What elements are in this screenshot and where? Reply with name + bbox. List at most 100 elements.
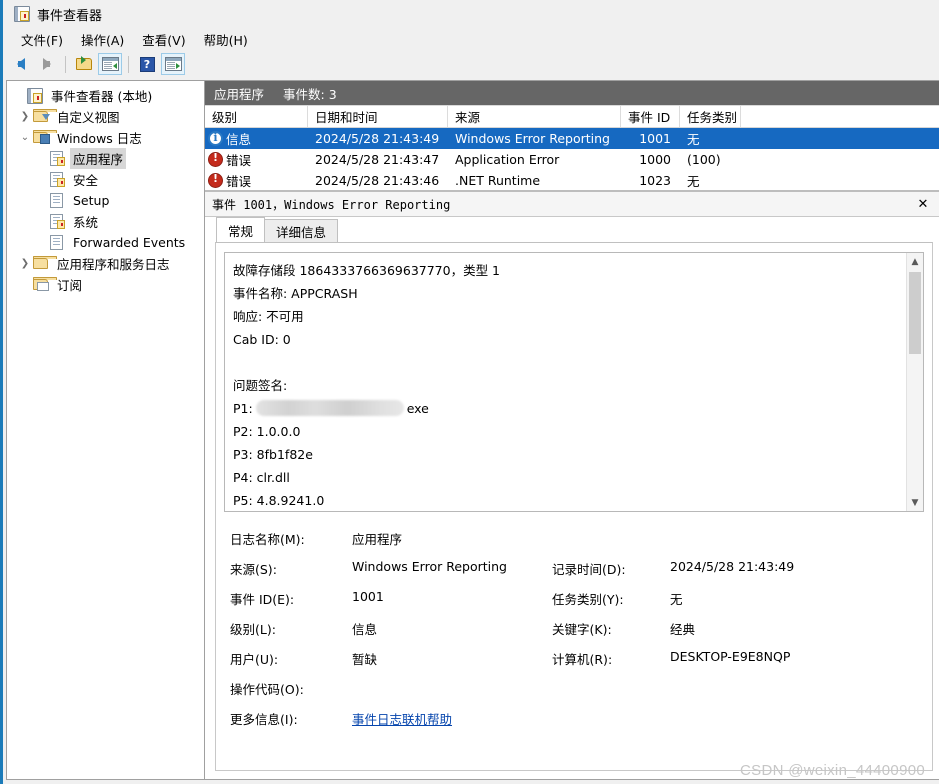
cell-source: Application Error (455, 152, 560, 167)
value-keywords: 经典 (670, 622, 696, 637)
value-event-id: 1001 (352, 589, 384, 604)
cell-event-id: 1001 (639, 131, 671, 146)
value-log-name: 应用程序 (352, 532, 403, 547)
console-tree-pane[interactable]: 事件查看器 (本地) ❯ 自定义视图 ⌄ Windows 日志 应用程序 安全 … (6, 80, 204, 780)
event-detail-panel: 事件 1001，Windows Error Reporting ✕ 常规 详细信… (205, 190, 939, 779)
cell-level: 错误 (205, 170, 308, 190)
tree-item-windows-logs[interactable]: ⌄ Windows 日志 (7, 127, 204, 148)
detail-tabs: 常规 详细信息 (205, 217, 939, 242)
console-tree: 事件查看器 (本地) ❯ 自定义视图 ⌄ Windows 日志 应用程序 安全 … (7, 81, 204, 295)
cell-level-text: 错误 (226, 153, 252, 168)
desc-line-p5: P5: 4.8.9241.0 (233, 493, 325, 508)
event-metadata-grid: 日志名称(M): 应用程序 来源(S): Windows Error Repor… (224, 529, 924, 728)
tree-item-system[interactable]: 系统 (7, 211, 204, 232)
value-opcode (352, 679, 552, 698)
help-button[interactable]: ? (135, 53, 159, 75)
custom-views-folder-icon (33, 109, 57, 124)
label-empty-2 (552, 679, 670, 698)
value-level: 信息 (352, 622, 378, 637)
tree-item-label: 自定义视图 (57, 110, 120, 125)
main-split: 事件查看器 (本地) ❯ 自定义视图 ⌄ Windows 日志 应用程序 安全 … (6, 80, 939, 780)
event-viewer-window: 事件查看器 文件(F) 操作(A) 查看(V) 帮助(H) ? 事件查看器 (本… (0, 0, 939, 784)
cell-level-text: 错误 (226, 174, 252, 189)
results-log-name: 应用程序 (214, 86, 265, 102)
tree-item-applications-and-services-logs[interactable]: ❯ 应用程序和服务日志 (7, 253, 204, 274)
tab-details[interactable]: 详细信息 (264, 219, 339, 242)
column-header-level[interactable]: 级别 (205, 106, 308, 127)
window-title-bar: 事件查看器 (3, 0, 939, 28)
label-user: 用户(U): (230, 652, 279, 667)
menu-item-view[interactable]: 查看(V) (133, 28, 194, 51)
column-header-source[interactable]: 来源 (448, 106, 621, 127)
tree-item-security[interactable]: 安全 (7, 169, 204, 190)
column-header-filler (741, 106, 939, 127)
event-viewer-icon (27, 87, 43, 104)
tree-item-label: 应用程序 (70, 148, 127, 169)
show-hide-console-tree-button[interactable] (98, 53, 122, 75)
tree-item-setup[interactable]: Setup (7, 190, 204, 211)
value-empty-3 (670, 709, 924, 728)
window-title: 事件查看器 (37, 8, 103, 24)
column-header-task-category[interactable]: 任务类别 (680, 106, 741, 127)
cell-task-category: 无 (687, 132, 700, 147)
p1-label: P1: (233, 401, 253, 416)
label-computer: 计算机(R): (552, 652, 613, 667)
tree-item-application[interactable]: 应用程序 (7, 148, 204, 169)
toolbar: ? (3, 51, 939, 77)
error-icon (208, 172, 223, 188)
table-row[interactable]: 错误 2024/5/28 21:43:46 .NET Runtime 1023 … (205, 170, 939, 190)
column-header-event-id[interactable]: 事件 ID (621, 106, 680, 127)
tree-item-subscriptions[interactable]: 订阅 (7, 274, 204, 295)
open-saved-log-button[interactable] (72, 53, 96, 75)
windows-logs-folder-icon (33, 130, 57, 145)
subscriptions-folder-icon (33, 277, 57, 292)
chevron-down-icon[interactable]: ⌄ (17, 127, 33, 148)
arrow-right-icon (43, 58, 51, 70)
close-icon[interactable]: ✕ (913, 194, 933, 214)
log-icon (49, 172, 65, 187)
chevron-right-icon[interactable]: ❯ (17, 106, 33, 127)
scroll-down-icon[interactable]: ▼ (907, 494, 923, 511)
tree-item-event-viewer-root[interactable]: 事件查看器 (本地) (7, 85, 204, 106)
desc-line-p1: P1: exe (233, 397, 898, 420)
table-row[interactable]: 信息 2024/5/28 21:43:49 Windows Error Repo… (205, 128, 939, 149)
back-button[interactable] (9, 53, 33, 75)
cell-date-time: 2024/5/28 21:43:47 (315, 152, 440, 167)
log-icon (49, 214, 65, 229)
cell-level-text: 信息 (226, 132, 252, 147)
tree-item-label: Setup (73, 193, 110, 208)
twisty-placeholder (11, 85, 27, 106)
event-list[interactable]: 级别 日期和时间 来源 事件 ID 任务类别 信息 2024/5/28 21:4… (205, 105, 939, 190)
label-task-category: 任务类别(Y): (552, 592, 624, 607)
folder-open-icon (75, 56, 93, 71)
label-log-name: 日志名称(M): (230, 532, 305, 547)
menu-item-action[interactable]: 操作(A) (72, 28, 133, 51)
detail-title-bar: 事件 1001，Windows Error Reporting ✕ (205, 192, 939, 217)
event-log-online-help-link[interactable]: 事件日志联机帮助 (352, 712, 452, 727)
label-empty-1 (552, 529, 670, 548)
log-icon (49, 151, 65, 166)
value-logged: 2024/5/28 21:43:49 (670, 559, 795, 574)
tab-general[interactable]: 常规 (216, 217, 266, 242)
detail-content: 故障存储段 1864333766369637770，类型 1 事件名称: APP… (215, 242, 933, 771)
forward-button[interactable] (35, 53, 59, 75)
chevron-right-icon[interactable]: ❯ (17, 253, 33, 274)
show-hide-action-pane-button[interactable] (161, 53, 185, 75)
description-scrollbar[interactable]: ▲ ▼ (906, 253, 923, 511)
toolbar-separator (65, 55, 66, 73)
desc-line-1: 事件名称: APPCRASH (233, 286, 358, 301)
tree-item-custom-views[interactable]: ❯ 自定义视图 (7, 106, 204, 127)
menu-item-file[interactable]: 文件(F) (12, 28, 72, 51)
redacted-filename (255, 400, 404, 416)
scrollbar-thumb[interactable] (909, 272, 921, 354)
cell-level: 信息 (205, 128, 308, 149)
help-icon: ? (139, 56, 155, 72)
event-description-box[interactable]: 故障存储段 1864333766369637770，类型 1 事件名称: APP… (224, 252, 924, 512)
tree-item-label: Windows 日志 (57, 131, 142, 146)
menu-item-help[interactable]: 帮助(H) (195, 28, 257, 51)
label-opcode: 操作代码(O): (230, 682, 304, 697)
table-row[interactable]: 错误 2024/5/28 21:43:47 Application Error … (205, 149, 939, 170)
scroll-up-icon[interactable]: ▲ (907, 253, 923, 270)
column-header-date-time[interactable]: 日期和时间 (308, 106, 448, 127)
tree-item-forwarded-events[interactable]: Forwarded Events (7, 232, 204, 253)
